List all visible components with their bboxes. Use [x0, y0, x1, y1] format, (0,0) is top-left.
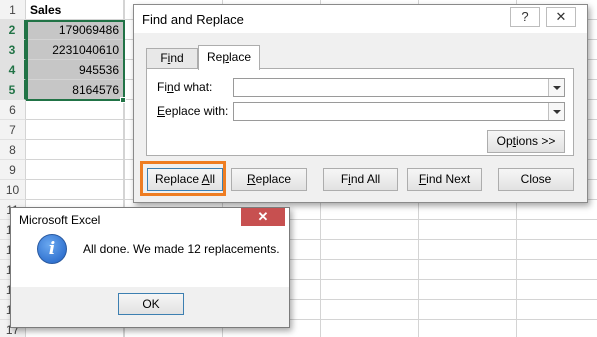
row-header[interactable]: 2	[0, 20, 26, 40]
tab-replace[interactable]: Replace	[198, 45, 260, 70]
tab-label: lace	[229, 50, 252, 64]
message-box-footer: OK	[11, 287, 289, 327]
message-text: All done. We made 12 replacements.	[83, 242, 280, 256]
message-box: Microsoft Excel ✕ i All done. We made 12…	[10, 207, 290, 328]
find-what-label: Find what:	[157, 80, 213, 94]
row-header[interactable]: 10	[0, 180, 26, 200]
row-header[interactable]: 7	[0, 120, 26, 140]
row-header[interactable]: 3	[0, 40, 26, 60]
tab-label: F	[160, 51, 168, 65]
info-icon: i	[37, 234, 67, 264]
help-icon[interactable]: ?	[510, 7, 540, 27]
fill-handle[interactable]	[120, 97, 126, 103]
row-header[interactable]: 4	[0, 60, 26, 80]
dialog-titlebar[interactable]: Find and Replace ? ✕	[134, 5, 587, 33]
message-box-titlebar[interactable]: Microsoft Excel ✕	[11, 208, 289, 232]
cell-empty[interactable]	[26, 160, 124, 180]
row-header[interactable]: 5	[0, 80, 26, 100]
close-icon[interactable]: ✕	[241, 208, 285, 226]
close-icon[interactable]: ✕	[546, 7, 576, 27]
options-button[interactable]: Options >>	[487, 130, 565, 153]
find-next-button[interactable]: Find Next	[407, 168, 482, 191]
row-header[interactable]: 8	[0, 140, 26, 160]
cell-value[interactable]: 945536	[26, 60, 124, 80]
cell-empty[interactable]	[26, 120, 124, 140]
cell-empty[interactable]	[26, 180, 124, 200]
cell-empty[interactable]	[26, 100, 124, 120]
find-all-button[interactable]: Find All	[323, 168, 398, 191]
cell-value[interactable]: 179069486	[26, 20, 124, 40]
tab-label: nd	[170, 51, 184, 65]
dialog-title: Find and Replace	[142, 12, 244, 27]
chevron-down-icon[interactable]	[548, 79, 564, 96]
replace-all-button[interactable]: Replace All	[147, 168, 223, 191]
row-header[interactable]: 6	[0, 100, 26, 120]
cell-value[interactable]: 8164576	[26, 80, 124, 100]
close-button[interactable]: Close	[498, 168, 574, 191]
row-header[interactable]: 9	[0, 160, 26, 180]
tab-label: Re	[206, 50, 223, 64]
replace-with-label: Eeplace with:	[157, 104, 229, 118]
cell-header-sales[interactable]: Sales	[26, 0, 124, 20]
replace-button[interactable]: Replace	[231, 168, 307, 191]
replace-with-input[interactable]	[233, 102, 565, 121]
cell-empty[interactable]	[26, 140, 124, 160]
tab-find[interactable]: Find	[146, 48, 198, 69]
find-what-input[interactable]	[233, 78, 565, 97]
chevron-down-icon[interactable]	[548, 103, 564, 120]
message-box-title: Microsoft Excel	[19, 213, 101, 227]
row-header[interactable]: 1	[0, 0, 26, 20]
cell-value[interactable]: 2231040610	[26, 40, 124, 60]
ok-button[interactable]: OK	[118, 293, 184, 315]
tab-label-accel: p	[222, 50, 229, 64]
replace-panel: Find what: Eeplace with: Options >>	[146, 68, 574, 156]
find-replace-dialog: Find and Replace ? ✕ Find Replace Find w…	[133, 4, 588, 203]
